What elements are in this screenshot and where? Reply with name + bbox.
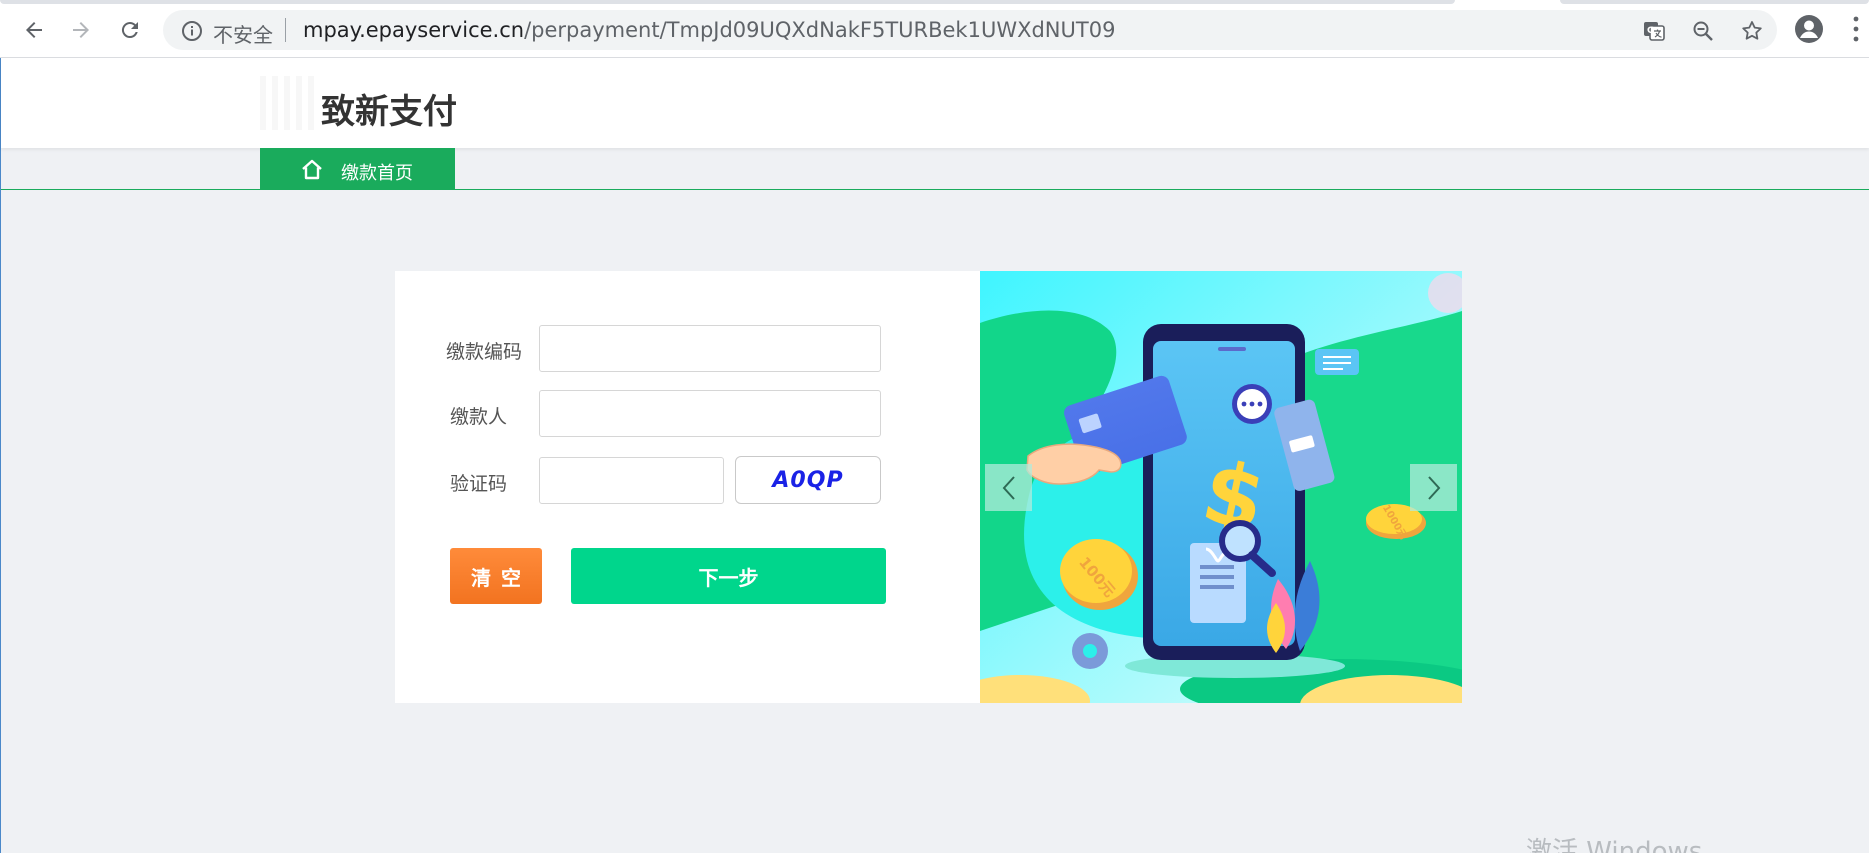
url-host: mpay.epayservice.cn	[303, 18, 525, 42]
carousel-prev-button[interactable]	[985, 464, 1032, 511]
translate-button[interactable]: G	[1641, 18, 1667, 44]
bookmark-button[interactable]	[1739, 18, 1765, 44]
site-title: 致新支付	[321, 92, 457, 132]
captcha-label: 验证码	[450, 473, 508, 495]
clear-button[interactable]: 清空	[450, 548, 542, 604]
address-bar[interactable]: 不安全 mpay.epayservice.cn/perpayment/TmpJd…	[163, 10, 1777, 50]
reload-button[interactable]	[111, 11, 149, 49]
svg-text:G: G	[1647, 26, 1654, 36]
payer-input[interactable]	[539, 390, 881, 437]
back-icon	[26, 22, 42, 38]
star-icon	[1742, 21, 1762, 40]
back-button[interactable]	[15, 11, 53, 49]
site-header: 致新支付	[1, 58, 1869, 148]
nav-home-tab[interactable]: 缴款首页	[260, 148, 455, 190]
profile-icon[interactable]	[1793, 13, 1825, 45]
browser-toolbar: 不安全 mpay.epayservice.cn/perpayment/TmpJd…	[0, 0, 1869, 58]
promo-banner: $ 100元 1000元	[980, 271, 1462, 703]
forward-button[interactable]	[62, 11, 100, 49]
chevron-left-icon	[1002, 475, 1015, 500]
banner-illustration: $ 100元 1000元	[980, 271, 1462, 703]
nav-home-label: 缴款首页	[341, 163, 413, 184]
address-separator	[285, 18, 286, 42]
tab-strip-edge	[1560, 0, 1869, 4]
payer-label: 缴款人	[450, 406, 508, 428]
translate-icon: G	[1644, 22, 1665, 41]
captcha-image[interactable]: A0QP	[735, 456, 881, 504]
page-body: 致新支付 缴款首页 缴款编码 缴款人 验证码 A0QP 清空 下一步 $ 100…	[0, 58, 1869, 853]
site-logo	[260, 76, 314, 130]
activation-watermark: 激活 Windows	[1526, 837, 1703, 853]
tab-strip-edge	[0, 0, 1455, 4]
security-status[interactable]: 不安全	[213, 19, 273, 48]
info-icon[interactable]	[181, 20, 203, 42]
url-path: /perpayment/TmpJd09UQXdNakF5TURBek1UWXdN…	[524, 18, 1116, 42]
payment-code-label: 缴款编码	[446, 341, 523, 363]
home-icon	[302, 159, 322, 180]
zoom-out-icon	[1693, 21, 1713, 41]
next-step-button[interactable]: 下一步	[571, 548, 886, 604]
chevron-right-icon	[1427, 475, 1440, 500]
zoom-button[interactable]	[1690, 18, 1716, 44]
payment-code-input[interactable]	[539, 325, 881, 372]
reload-icon	[121, 22, 138, 39]
forward-icon	[73, 22, 89, 38]
payment-card: 缴款编码 缴款人 验证码 A0QP 清空 下一步 $ 100元 1000元	[395, 271, 1462, 703]
url-text[interactable]: mpay.epayservice.cn/perpayment/TmpJd09UQ…	[303, 18, 1115, 42]
menu-icon[interactable]	[1852, 15, 1860, 43]
carousel-next-button[interactable]	[1410, 464, 1457, 511]
captcha-input[interactable]	[539, 457, 724, 504]
